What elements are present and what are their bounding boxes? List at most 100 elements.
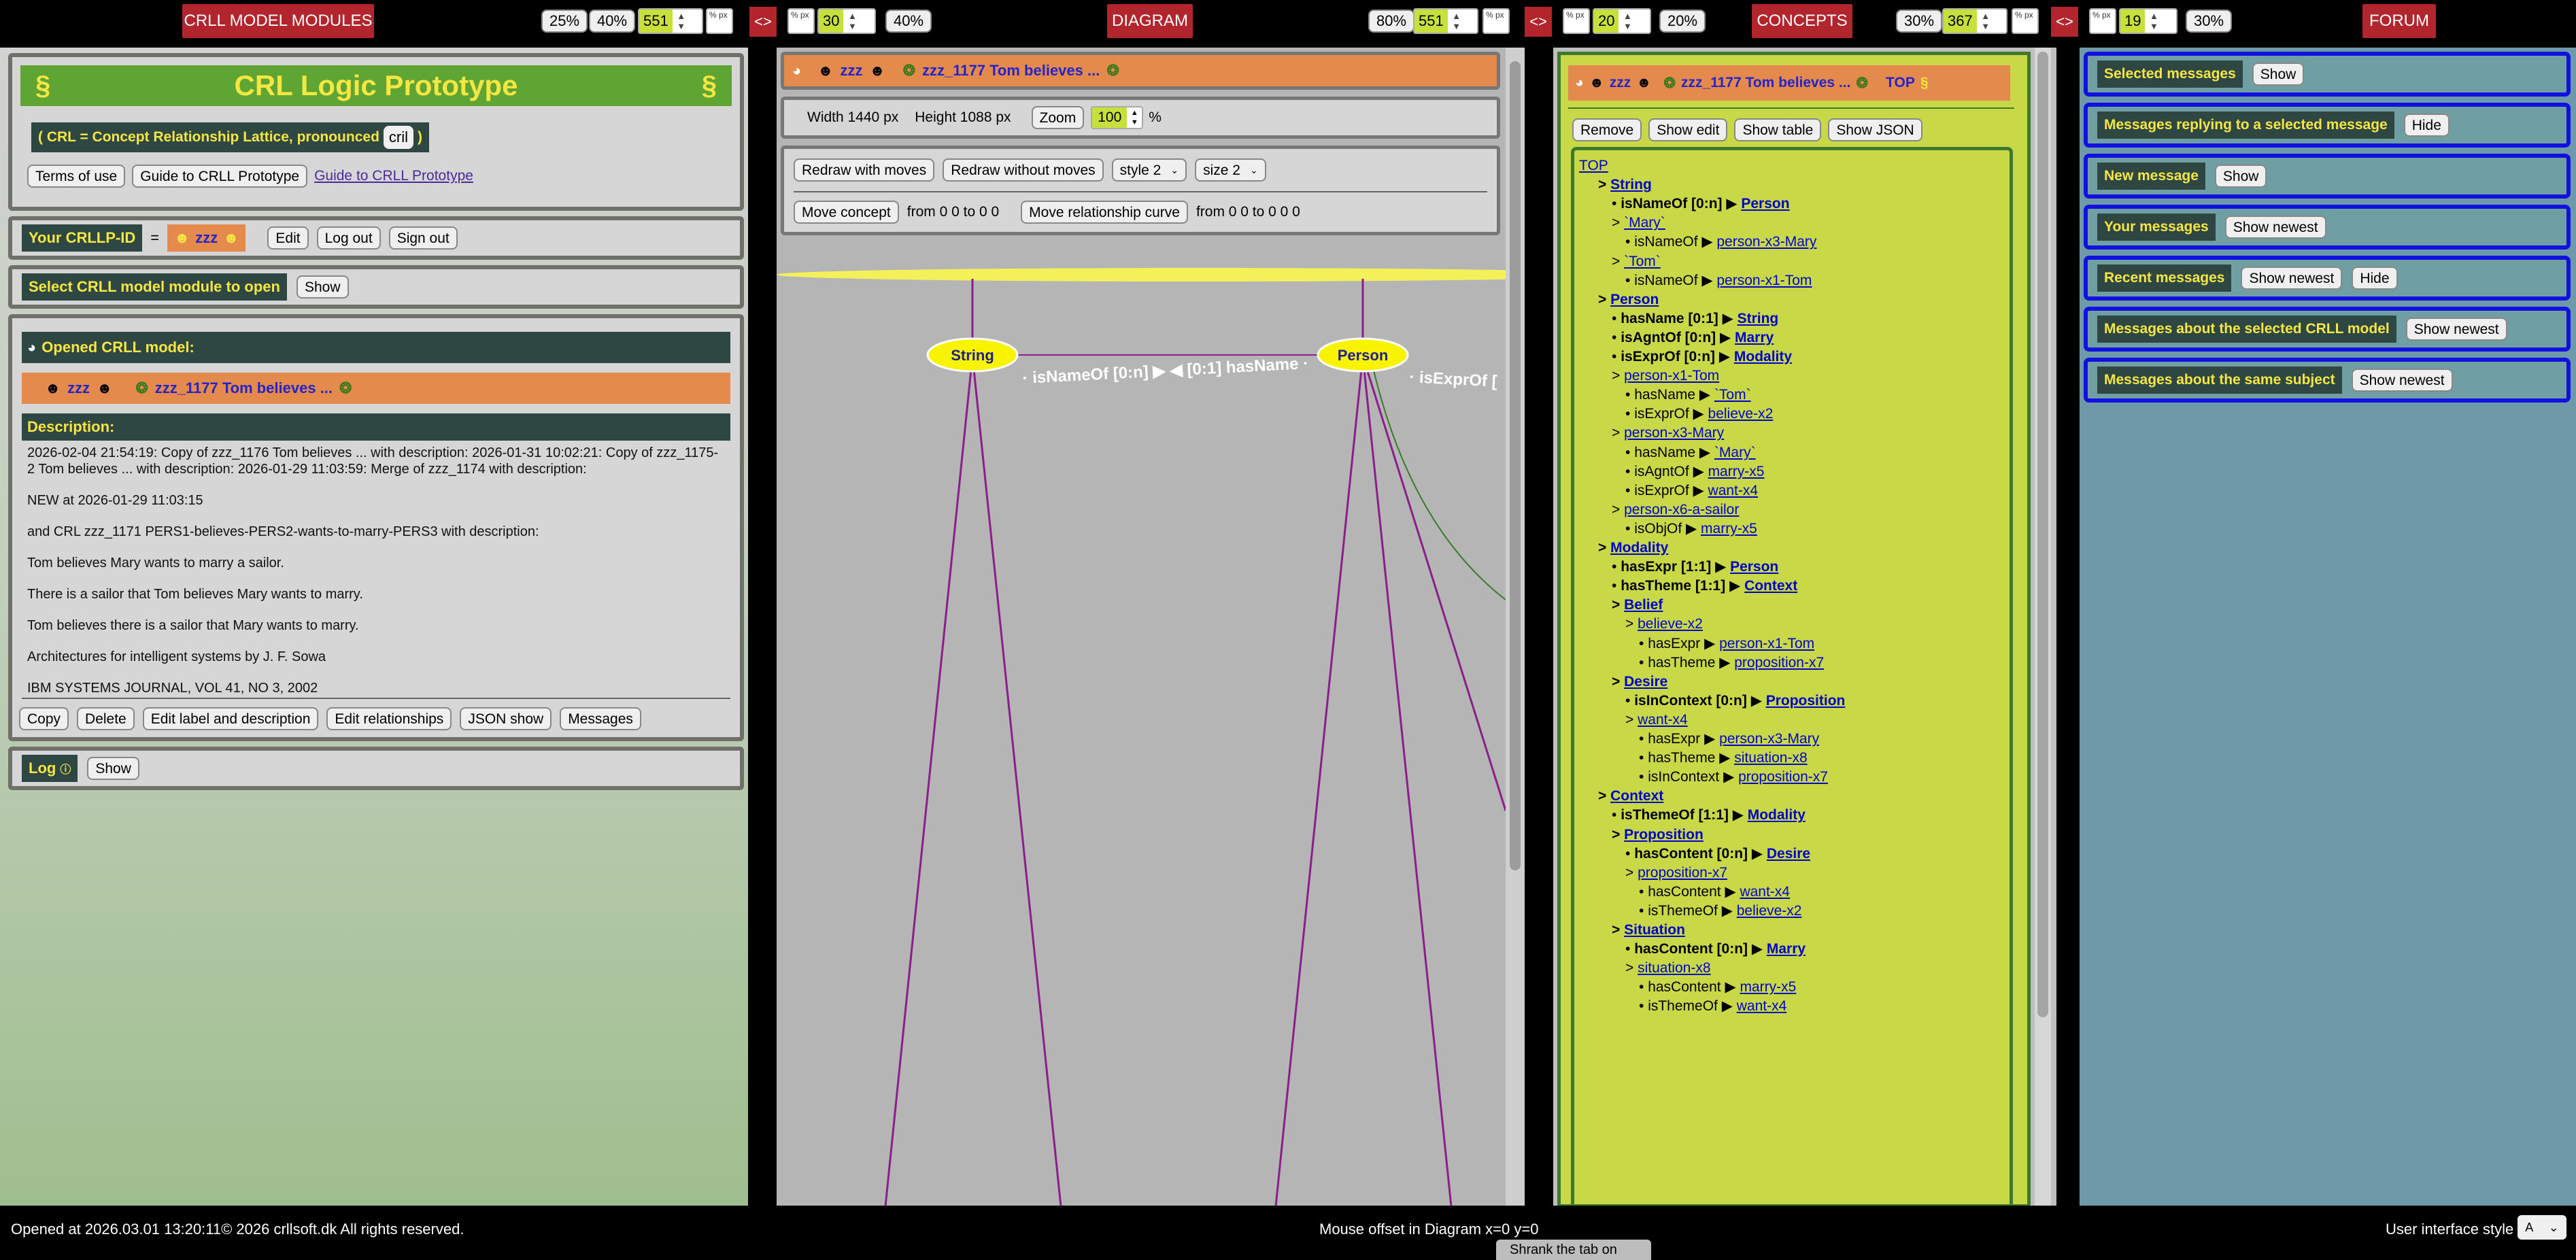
tree-concept-link[interactable]: Situation — [1624, 922, 1685, 938]
tree-instance-link[interactable]: person-x3-Mary — [1624, 425, 1724, 441]
tree-expander[interactable]: > — [1598, 177, 1610, 192]
tree-expander[interactable]: > — [1625, 616, 1638, 632]
tree-target-link[interactable]: Person — [1730, 559, 1778, 575]
edit-button[interactable]: Edit — [267, 226, 309, 250]
diagram-pct-left-button[interactable]: 40% — [885, 10, 932, 33]
diagram-scrollbar[interactable] — [1506, 48, 1525, 1206]
tree-expander[interactable]: > — [1625, 865, 1638, 881]
messages-button[interactable]: Messages — [560, 707, 641, 730]
tree-concept-link[interactable]: Desire — [1624, 674, 1667, 689]
redraw-moves-button[interactable]: Redraw with moves — [794, 158, 935, 182]
tree-target-link[interactable]: person-x1-Tom — [1719, 636, 1814, 651]
tree-expander[interactable]: > — [1598, 788, 1610, 804]
tree-target-link[interactable]: Marry — [1767, 941, 1806, 957]
terms-button[interactable]: Terms of use — [27, 165, 126, 188]
tree-expander[interactable]: > — [1612, 215, 1624, 231]
tree-target-link[interactable]: Modality — [1734, 349, 1792, 364]
concepts-px-left-stepper[interactable]: 20 ▲ ▼ — [1593, 8, 1651, 34]
logout-button[interactable]: Log out — [316, 226, 381, 250]
tree-target-link[interactable]: proposition-x7 — [1734, 655, 1824, 670]
ui-style-select[interactable]: A ⌄ — [2518, 1215, 2566, 1240]
diagram-unit-right[interactable]: % px — [1482, 8, 1510, 34]
diagram-canvas[interactable]: String Person · isNameOf [0:n] ▶ ◀ [0:1]… — [777, 239, 1506, 1206]
tree-concept-link[interactable]: String — [1610, 177, 1652, 192]
tree-root-link[interactable]: TOP — [1579, 158, 1608, 173]
forum-unit[interactable]: % px — [2089, 8, 2116, 34]
tree-target-link[interactable]: believe-x2 — [1708, 406, 1774, 422]
edit-label-button[interactable]: Edit label and description — [142, 707, 319, 730]
diagram-px-right-stepper[interactable]: 551 ▲ ▼ — [1413, 8, 1478, 34]
tree-target-link[interactable]: want-x4 — [1708, 483, 1759, 498]
move-curve-button[interactable]: Move relationship curve — [1021, 201, 1188, 224]
tree-target-link[interactable]: Proposition — [1766, 693, 1846, 709]
show-json-button[interactable]: Show JSON — [1828, 118, 1922, 141]
move-concept-button[interactable]: Move concept — [794, 201, 899, 224]
tree-expander[interactable]: > — [1625, 712, 1638, 728]
toggle-modules-diagram[interactable]: <> — [749, 7, 777, 37]
tree-target-link[interactable]: `Mary` — [1714, 445, 1756, 460]
tree-target-link[interactable]: marry-x5 — [1701, 521, 1757, 537]
tree-expander[interactable]: > — [1612, 425, 1624, 441]
diagram-pct-right-button[interactable]: 80% — [1368, 10, 1415, 33]
tree-target-link[interactable]: want-x4 — [1737, 998, 1787, 1014]
tree-target-link[interactable]: marry-x5 — [1708, 464, 1765, 479]
tree-instance-link[interactable]: `Tom` — [1624, 254, 1661, 269]
delete-button[interactable]: Delete — [77, 707, 135, 730]
tree-expander[interactable]: > — [1612, 597, 1624, 613]
tree-expander[interactable]: > — [1612, 674, 1624, 689]
tree-target-link[interactable]: situation-x8 — [1734, 750, 1807, 766]
tree-target-link[interactable]: String — [1738, 311, 1779, 326]
concepts-top-label[interactable]: TOP — [1886, 75, 1915, 91]
toggle-diagram-concepts[interactable]: <> — [1525, 7, 1552, 37]
forum-hide-button[interactable]: Hide — [2352, 267, 2398, 290]
tree-target-link[interactable]: Modality — [1748, 807, 1806, 823]
tree-instance-link[interactable]: believe-x2 — [1638, 616, 1703, 632]
tree-target-link[interactable]: Context — [1744, 578, 1797, 594]
tree-instance-link[interactable]: want-x4 — [1638, 712, 1688, 728]
modules-25-button[interactable]: 25% — [541, 10, 588, 33]
concepts-pct-right-button[interactable]: 30% — [1896, 10, 1943, 33]
guide-button[interactable]: Guide to CRLL Prototype — [132, 165, 308, 188]
tree-target-link[interactable]: marry-x5 — [1740, 979, 1796, 995]
tree-target-link[interactable]: person-x3-Mary — [1716, 234, 1816, 250]
modules-unit[interactable]: % px — [706, 8, 733, 34]
tree-expander[interactable]: > — [1598, 292, 1610, 307]
tree-target-link[interactable]: Person — [1741, 196, 1789, 211]
opened-model-chip[interactable]: ☻ zzz ☻ ❂ zzz_1177 Tom believes ... ❂ — [22, 373, 730, 404]
tree-concept-link[interactable]: Proposition — [1624, 827, 1704, 842]
tree-instance-link[interactable]: `Mary` — [1624, 215, 1665, 231]
forum-show-newest-button[interactable]: Show newest — [2405, 318, 2507, 341]
tree-concept-link[interactable]: Belief — [1624, 597, 1663, 613]
copy-button[interactable]: Copy — [19, 707, 69, 730]
id-value-chip[interactable]: ☻ zzz ☻ — [167, 224, 246, 252]
forum-show-button[interactable]: Show — [2252, 63, 2305, 86]
concepts-scrollbar[interactable] — [2035, 48, 2051, 1206]
tree-expander[interactable]: > — [1625, 960, 1638, 976]
tree-expander[interactable]: > — [1612, 368, 1624, 384]
forum-hide-button[interactable]: Hide — [2403, 114, 2450, 137]
diagram-px-left-stepper[interactable]: 30 ▲ ▼ — [817, 8, 876, 34]
tree-expander[interactable]: > — [1612, 254, 1624, 269]
show-edit-button[interactable]: Show edit — [1648, 118, 1728, 141]
concepts-unit-left[interactable]: % px — [1563, 8, 1590, 34]
zoom-stepper[interactable]: 100 ▲ ▼ — [1091, 106, 1144, 129]
tree-expander[interactable]: > — [1612, 502, 1624, 517]
tree-target-link[interactable]: person-x3-Mary — [1719, 731, 1819, 747]
modules-40-button[interactable]: 40% — [589, 10, 636, 33]
tree-target-link[interactable]: proposition-x7 — [1738, 769, 1828, 785]
diagram-unit-left[interactable]: % px — [787, 8, 815, 34]
forum-px-stepper[interactable]: 19 ▲ ▼ — [2119, 8, 2177, 34]
tree-expander[interactable]: > — [1612, 827, 1624, 842]
tree-concept-link[interactable]: Person — [1610, 292, 1659, 307]
tree-expander[interactable]: > — [1612, 922, 1624, 938]
concepts-pct-left-button[interactable]: 20% — [1659, 10, 1706, 33]
forum-show-button[interactable]: Show — [2214, 165, 2267, 188]
forum-show-newest-button[interactable]: Show newest — [2224, 216, 2326, 239]
style-select[interactable]: style 2 ⌄ — [1111, 158, 1187, 182]
remove-button[interactable]: Remove — [1572, 118, 1642, 141]
tree-instance-link[interactable]: person-x1-Tom — [1624, 368, 1719, 384]
tree-target-link[interactable]: believe-x2 — [1737, 903, 1802, 919]
size-select[interactable]: size 2 ⌄ — [1195, 158, 1266, 182]
concepts-unit-right[interactable]: % px — [2012, 8, 2039, 34]
tree-expander[interactable]: > — [1598, 540, 1610, 556]
